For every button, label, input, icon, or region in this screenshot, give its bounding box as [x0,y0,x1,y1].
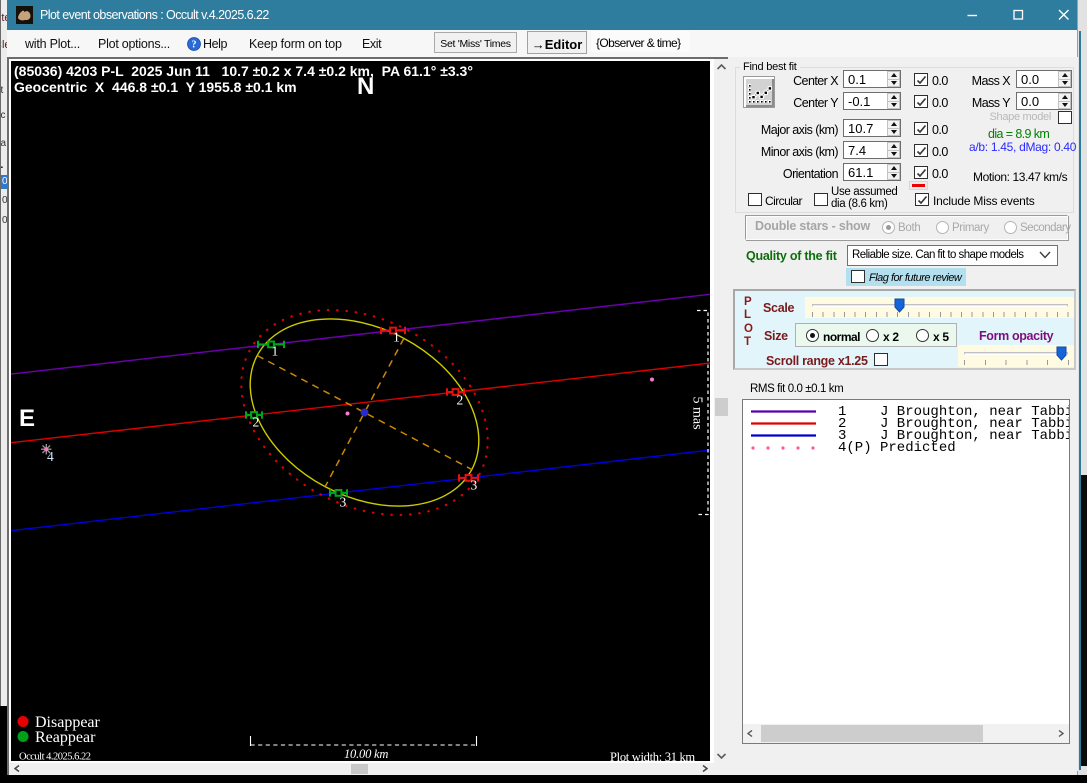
svg-text:?: ? [192,39,197,50]
svg-text:1: 1 [393,330,400,345]
svg-text:Occult 4.2025.6.22: Occult 4.2025.6.22 [19,752,91,762]
svg-text:3: 3 [340,495,347,510]
svg-text:3: 3 [471,478,478,493]
svg-text:10.00 km: 10.00 km [344,747,388,761]
svg-text:Reappear: Reappear [35,729,96,746]
svg-text:5 mas: 5 mas [690,397,705,430]
svg-text:2: 2 [253,415,260,430]
svg-text:4: 4 [47,449,54,464]
svg-text:2: 2 [457,393,464,408]
svg-text:Plot width: 31 km: Plot width: 31 km [610,750,695,761]
svg-text:1: 1 [272,344,279,359]
